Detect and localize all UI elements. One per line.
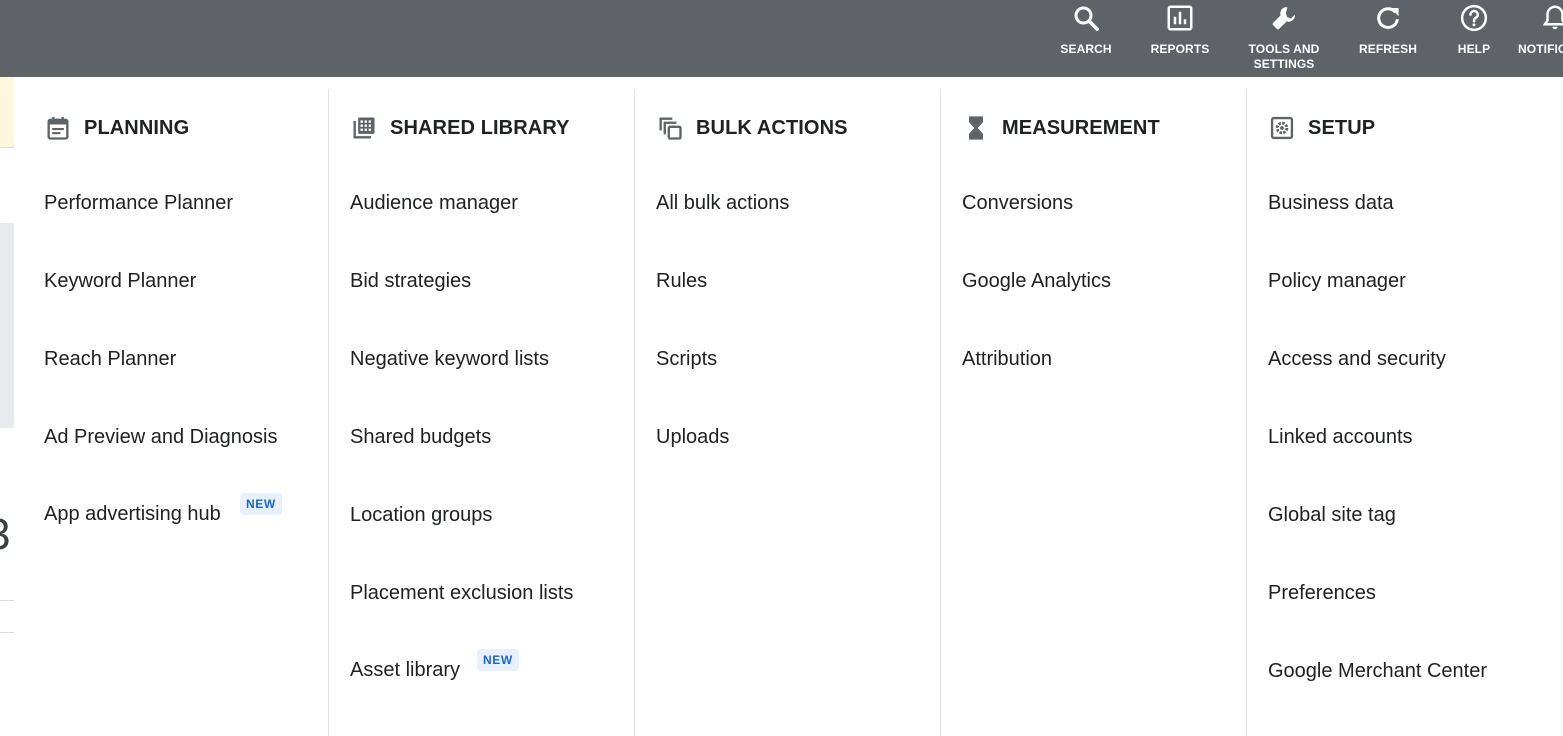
tools-and-settings-label: TOOLS AND SETTINGS <box>1248 42 1320 71</box>
menu-item-linked-accounts[interactable]: Linked accounts <box>1268 425 1413 449</box>
notifications-button[interactable]: NOTIFICATIONS <box>1518 0 1563 77</box>
notifications-button-label: NOTIFICATIONS <box>1518 42 1563 56</box>
column-bulk-actions: BULK ACTIONS All bulk actions Rules Scri… <box>635 89 941 736</box>
column-title-bulk-actions: BULK ACTIONS <box>696 116 848 139</box>
menu-item-attribution[interactable]: Attribution <box>962 347 1052 371</box>
column-measurement: MEASUREMENT Conversions Google Analytics… <box>941 89 1247 736</box>
column-header-bulk-actions: BULK ACTIONS <box>656 115 848 141</box>
menu-item-google-merchant-center[interactable]: Google Merchant Center <box>1268 659 1487 683</box>
new-badge: NEW <box>477 649 519 671</box>
bell-icon <box>1542 5 1563 30</box>
background-banner <box>0 77 14 147</box>
menu-item-asset-library[interactable]: Asset library <box>350 658 460 682</box>
menu-item-audience-manager[interactable]: Audience manager <box>350 191 518 215</box>
background-divider <box>0 147 14 148</box>
column-header-setup: SETUP <box>1268 115 1375 141</box>
menu-item-preferences[interactable]: Preferences <box>1268 581 1376 605</box>
column-title-shared-library: SHARED LIBRARY <box>390 116 570 139</box>
column-title-measurement: MEASUREMENT <box>1002 116 1160 139</box>
hourglass-icon <box>969 116 983 140</box>
new-badge: NEW <box>240 493 282 515</box>
menu-item-access-and-security[interactable]: Access and security <box>1268 347 1446 371</box>
menu-item-uploads[interactable]: Uploads <box>656 425 729 449</box>
menu-item-policy-manager[interactable]: Policy manager <box>1268 269 1406 293</box>
column-header-measurement: MEASUREMENT <box>962 115 1160 141</box>
search-icon <box>1074 6 1099 31</box>
refresh-button-label: REFRESH <box>1358 42 1418 56</box>
column-title-setup: SETUP <box>1308 116 1376 139</box>
library-icon <box>353 117 375 139</box>
menu-item-business-data[interactable]: Business data <box>1268 191 1394 215</box>
column-setup: SETUP Business data Policy manager Acces… <box>1247 89 1563 736</box>
menu-item-bid-strategies[interactable]: Bid strategies <box>350 269 471 293</box>
column-header-shared-library: SHARED LIBRARY <box>350 115 570 141</box>
menu-item-scripts[interactable]: Scripts <box>656 347 717 371</box>
menu-item-ad-preview-and-diagnosis[interactable]: Ad Preview and Diagnosis <box>44 425 277 449</box>
top-toolbar: SEARCH REPORTS TOOLS AND SETTINGS REFRES… <box>0 0 1563 77</box>
menu-item-placement-exclusion-lists[interactable]: Placement exclusion lists <box>350 581 573 605</box>
tools-menu-panel: PLANNING Performance Planner Keyword Pla… <box>14 77 1563 736</box>
help-button[interactable]: HELP <box>1450 0 1498 77</box>
menu-item-negative-keyword-lists[interactable]: Negative keyword lists <box>350 347 549 371</box>
wrench-icon <box>1272 7 1295 30</box>
menu-item-all-bulk-actions[interactable]: All bulk actions <box>656 191 789 215</box>
background-divider <box>0 632 14 633</box>
menu-item-location-groups[interactable]: Location groups <box>350 503 492 527</box>
column-planning: PLANNING Performance Planner Keyword Pla… <box>44 89 329 736</box>
reports-icon <box>1167 5 1193 31</box>
settings-icon <box>1270 116 1294 140</box>
menu-item-keyword-planner[interactable]: Keyword Planner <box>44 269 196 293</box>
tools-and-settings-button[interactable]: TOOLS AND SETTINGS <box>1240 0 1328 77</box>
search-button[interactable]: SEARCH <box>1058 0 1114 77</box>
reports-button-label: REPORTS <box>1150 42 1210 56</box>
column-shared-library: SHARED LIBRARY Audience manager Bid stra… <box>329 89 635 736</box>
copy-icon <box>659 117 682 140</box>
refresh-icon <box>1377 7 1399 29</box>
help-button-label: HELP <box>1457 42 1491 56</box>
menu-item-app-advertising-hub[interactable]: App advertising hub <box>44 502 221 526</box>
calendar-icon <box>47 116 69 140</box>
background-panel <box>0 223 14 428</box>
reports-button[interactable]: REPORTS <box>1149 0 1211 77</box>
column-header-planning: PLANNING <box>44 115 189 141</box>
search-button-label: SEARCH <box>1060 42 1112 56</box>
help-icon <box>1460 4 1488 32</box>
background-divider <box>0 600 14 601</box>
column-title-planning: PLANNING <box>84 116 190 139</box>
menu-item-performance-planner[interactable]: Performance Planner <box>44 191 233 215</box>
background-digit: 3 <box>0 510 10 560</box>
menu-item-google-analytics[interactable]: Google Analytics <box>962 269 1111 293</box>
menu-item-shared-budgets[interactable]: Shared budgets <box>350 425 491 449</box>
menu-item-conversions[interactable]: Conversions <box>962 191 1073 215</box>
menu-item-reach-planner[interactable]: Reach Planner <box>44 347 176 371</box>
menu-item-global-site-tag[interactable]: Global site tag <box>1268 503 1396 527</box>
menu-item-rules[interactable]: Rules <box>656 269 707 293</box>
refresh-button[interactable]: REFRESH <box>1358 0 1418 77</box>
